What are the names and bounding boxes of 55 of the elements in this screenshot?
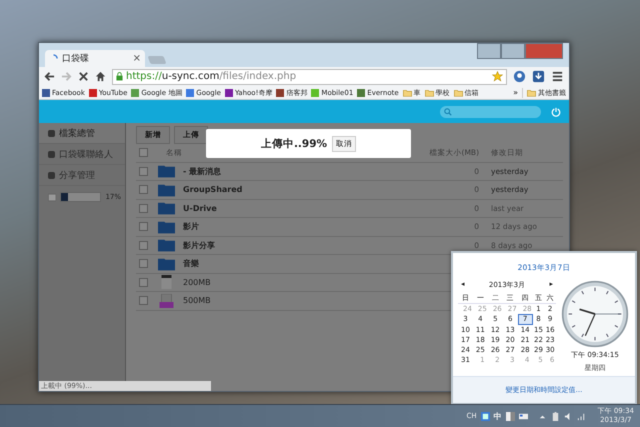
row-checkbox[interactable]: [139, 278, 148, 287]
folder-icon: [158, 182, 175, 197]
folder-icon: [158, 256, 175, 271]
extension-icon[interactable]: [513, 70, 526, 83]
file-name[interactable]: - 最新消息: [183, 166, 419, 177]
tab-title: 口袋碟: [62, 52, 89, 65]
maximize-button[interactable]: [501, 43, 525, 59]
more-bookmarks-button[interactable]: »: [513, 88, 518, 97]
search-field[interactable]: [440, 106, 541, 118]
download-icon[interactable]: [532, 70, 545, 83]
address-bar[interactable]: https://u-sync.com/files/index.php: [112, 68, 507, 84]
star-icon[interactable]: [492, 71, 503, 82]
folder-icon: [424, 88, 434, 96]
close-icon[interactable]: ×: [132, 53, 141, 64]
ime-mode-indicator[interactable]: 中: [494, 410, 502, 422]
row-checkbox[interactable]: [139, 259, 148, 268]
folder-icon: [527, 88, 536, 96]
ime-icon[interactable]: [480, 412, 490, 420]
half-width-icon[interactable]: [506, 412, 515, 420]
power-icon[interactable]: [551, 106, 561, 116]
lock-icon: [116, 72, 123, 81]
row-checkbox[interactable]: [139, 222, 148, 232]
folder-icon: [158, 238, 175, 252]
browser-tab[interactable]: 口袋碟 ×: [45, 50, 145, 67]
row-checkbox[interactable]: [139, 240, 148, 250]
home-icon[interactable]: [95, 71, 106, 82]
row-checkbox[interactable]: [139, 166, 148, 176]
folder-icon: [158, 164, 175, 178]
battery-icon[interactable]: [550, 412, 560, 420]
row-checkbox[interactable]: [139, 204, 148, 213]
minimize-button[interactable]: [477, 43, 501, 59]
url-text: https://u-sync.com/files/index.php: [126, 71, 298, 82]
row-checkbox[interactable]: [139, 185, 148, 194]
analog-clock-drawing: [561, 280, 629, 348]
sidebar-item[interactable]: 檔案總管: [39, 123, 125, 144]
menu-icon[interactable]: [551, 70, 564, 83]
signal-icon[interactable]: [576, 412, 586, 420]
upload-message: 上傳中..99%: [260, 136, 328, 150]
folder-icon: [402, 88, 412, 96]
file-name[interactable]: 影片分享: [183, 240, 419, 251]
file-name[interactable]: GroupShared: [183, 185, 419, 194]
select-all-checkbox[interactable]: [139, 148, 148, 158]
new-tab-button[interactable]: [148, 56, 166, 64]
archive-icon: [158, 294, 175, 308]
forward-icon[interactable]: [61, 71, 72, 82]
row-checkbox[interactable]: [139, 296, 148, 306]
stop-icon[interactable]: [78, 71, 89, 82]
file-name[interactable]: U-Drive: [183, 204, 419, 213]
keyboard-icon[interactable]: [518, 412, 528, 420]
folder-icon: [158, 201, 175, 216]
search-icon: [444, 108, 452, 116]
folder-icon: [454, 88, 463, 96]
folder-icon: [158, 220, 175, 234]
file-name[interactable]: 影片: [183, 221, 419, 232]
back-icon[interactable]: [44, 71, 55, 82]
